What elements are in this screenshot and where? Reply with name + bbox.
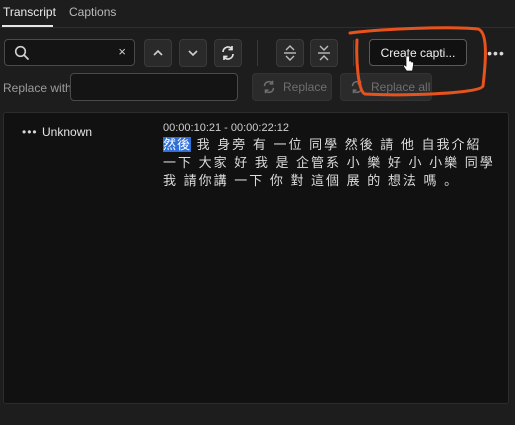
sync-icon	[222, 46, 234, 60]
replace-input[interactable]	[70, 73, 238, 101]
replace-all-button[interactable]: Replace all	[340, 73, 432, 101]
active-tab-indicator	[2, 25, 53, 27]
toolbar-divider	[257, 40, 258, 66]
collapse-all-button[interactable]	[310, 39, 338, 67]
sync-icon	[263, 80, 275, 94]
create-captions-button[interactable]: Create capti...	[369, 39, 467, 66]
next-result-button[interactable]	[179, 39, 207, 67]
speaker-label[interactable]: Unknown	[42, 125, 92, 139]
tab-bar: Transcript Captions	[0, 0, 515, 28]
replace-button-label: Replace	[283, 80, 328, 94]
chevron-down-icon	[188, 50, 198, 57]
highlighted-word[interactable]: 然後	[163, 137, 192, 152]
previous-result-button[interactable]	[144, 39, 172, 67]
replace-button[interactable]: Replace	[252, 73, 332, 101]
search-input[interactable]	[33, 43, 113, 62]
chevron-up-icon	[153, 49, 163, 56]
expand-icon	[284, 45, 296, 61]
transcript-panel: ••• Unknown 00:00:10:21 - 00:00:22:12 然後…	[3, 112, 509, 404]
more-options-button[interactable]: •••	[484, 39, 508, 66]
sync-icon	[351, 80, 363, 94]
search-icon	[14, 45, 29, 60]
speaker-menu-button[interactable]: •••	[22, 125, 38, 139]
tab-captions[interactable]: Captions	[69, 5, 116, 19]
search-field[interactable]: ×	[4, 39, 135, 66]
collapse-icon	[318, 45, 330, 61]
replace-all-button-label: Replace all	[371, 80, 431, 94]
transcript-text[interactable]: 然後 我 身旁 有 一位 同學 然後 請 他 自我介紹 一下 大家 好 我 是 …	[163, 136, 499, 190]
toolbar-divider	[353, 40, 354, 66]
segment-timecode: 00:00:10:21 - 00:00:22:12	[163, 122, 289, 134]
tab-transcript[interactable]: Transcript	[3, 5, 56, 19]
sync-button[interactable]	[214, 39, 242, 67]
cursor-icon	[403, 55, 414, 72]
clear-search-button[interactable]: ×	[118, 44, 126, 59]
replace-with-label: Replace with:	[3, 81, 76, 95]
expand-all-button[interactable]	[276, 39, 304, 67]
transcript-text-body: 我 身旁 有 一位 同學 然後 請 他 自我介紹 一下 大家 好 我 是 企管系…	[163, 137, 495, 188]
